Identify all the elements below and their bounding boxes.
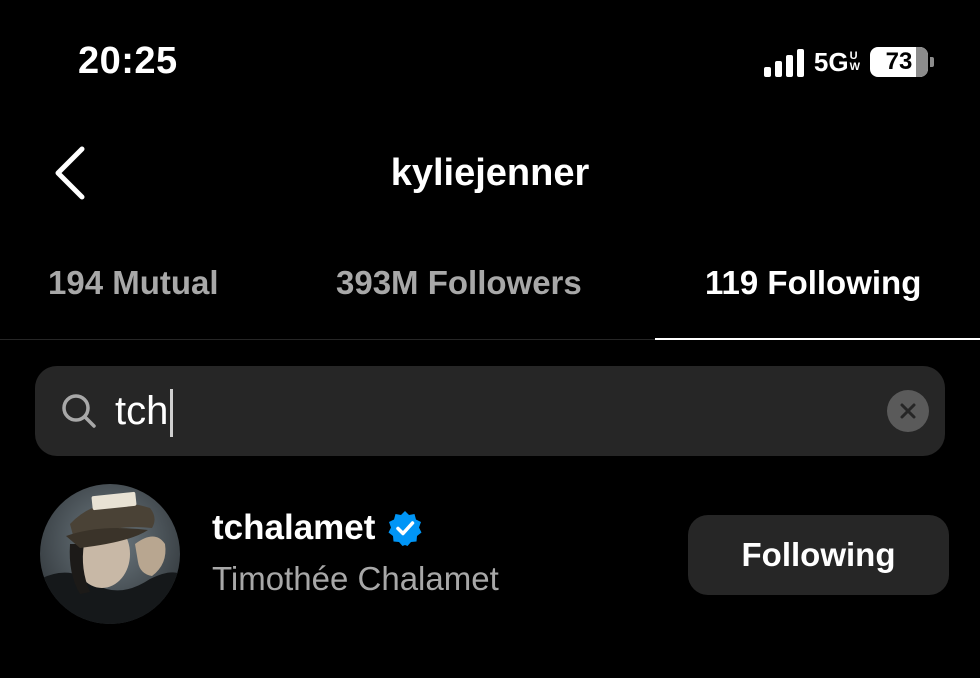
network-suffix: U W <box>850 51 860 73</box>
network-suffix-bottom: W <box>849 61 860 73</box>
signal-strength-icon <box>763 47 804 77</box>
full-name: Timothée Chalamet <box>212 560 499 597</box>
clear-search-button[interactable] <box>887 390 929 432</box>
close-icon <box>900 403 916 419</box>
page-title: kyliejenner <box>390 152 590 194</box>
avatar[interactable] <box>40 484 180 624</box>
tab-bar: 194 Mutual 393M Followers 119 Following <box>0 260 980 340</box>
username-line: tchalamet <box>212 508 423 548</box>
status-bar-indicators: 5G U W 73 <box>763 44 934 80</box>
username[interactable]: tchalamet <box>212 508 375 548</box>
tab-following[interactable]: 119 Following <box>705 264 921 302</box>
network-label: 5G <box>813 46 849 77</box>
screen: 20:25 5G U W 73 kyliejenner 194 Mutual 3… <box>0 0 980 678</box>
active-tab-indicator <box>655 338 980 340</box>
status-time: 20:25 <box>78 40 178 82</box>
tab-mutual[interactable]: 194 Mutual <box>48 264 219 302</box>
search-bar[interactable]: tch <box>35 366 945 456</box>
battery-level: 73 <box>885 48 913 75</box>
battery-icon: 73 <box>870 47 928 77</box>
network-indicator: 5G U W <box>814 47 860 78</box>
list-item[interactable]: tchalamet Timothée Chalamet Following <box>0 484 980 626</box>
verified-badge-icon <box>388 511 422 546</box>
search-icon <box>62 394 96 428</box>
search-value: tch <box>115 389 169 433</box>
search-input[interactable]: tch <box>115 386 875 438</box>
profile-photo <box>40 484 180 624</box>
following-button[interactable]: Following <box>688 515 949 595</box>
battery-tip <box>930 57 934 67</box>
text-cursor <box>170 389 174 438</box>
tab-followers[interactable]: 393M Followers <box>336 264 582 302</box>
